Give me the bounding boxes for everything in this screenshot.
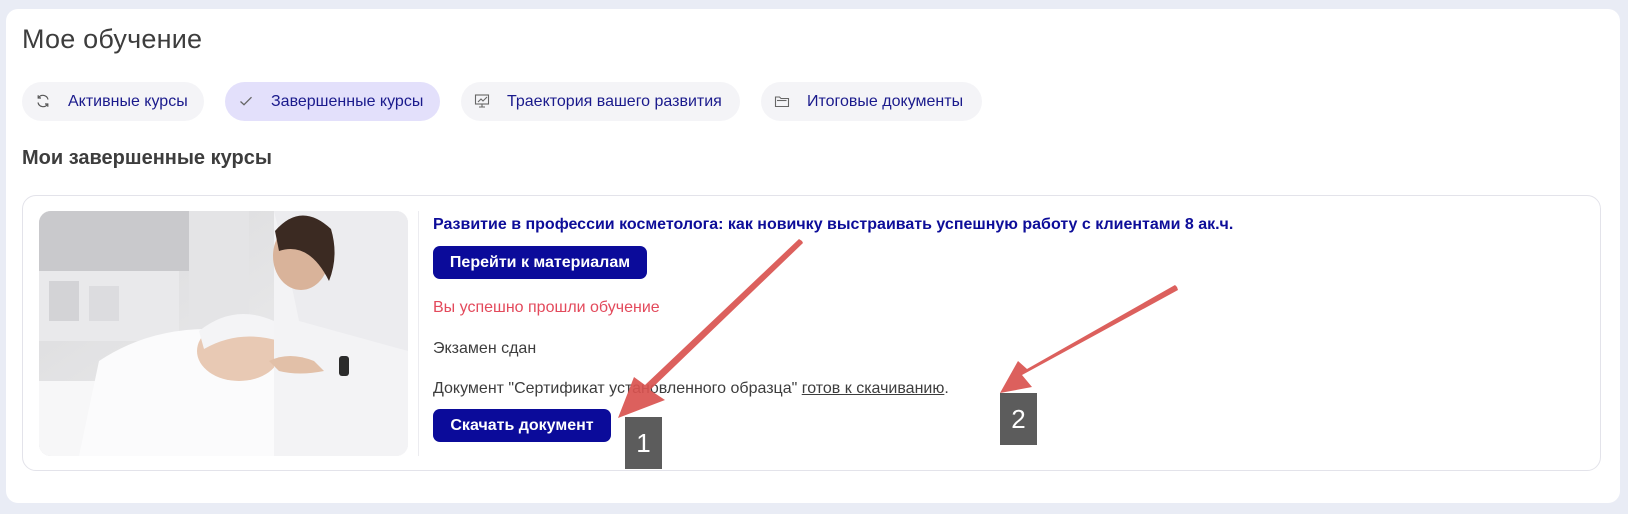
exam-status: Экзамен сдан [433,340,537,357]
check-icon [238,93,254,109]
folder-icon [774,93,790,109]
annotation-badge-1: 1 [625,417,662,469]
page-title: Мое обучение [22,24,203,54]
tab-label: Траектория вашего развития [507,93,722,110]
tab-final-documents[interactable]: Итоговые документы [761,82,982,121]
training-success-status: Вы успешно прошли обучение [433,299,660,316]
document-status-line: Документ "Сертификат установленного обра… [433,380,949,398]
document-ready-link[interactable]: готов к скачиванию [802,380,945,397]
go-to-materials-button[interactable]: Перейти к материалам [433,246,647,279]
tab-development-path[interactable]: Траектория вашего развития [461,82,740,121]
course-title[interactable]: Развитие в профессии косметолога: как но… [433,216,1233,234]
annotation-badge-2: 2 [1000,393,1037,445]
download-document-button[interactable]: Скачать документ [433,409,611,442]
card-divider [418,211,419,456]
section-title: Мои завершенные курсы [22,147,272,169]
document-status-text: Документ "Сертификат установленного обра… [433,380,802,397]
tab-completed-courses[interactable]: Завершенные курсы [225,82,440,121]
course-card: Развитие в профессии косметолога: как но… [22,195,1601,471]
chart-board-icon [474,93,490,109]
refresh-icon [35,93,51,109]
tab-active-courses[interactable]: Активные курсы [22,82,204,121]
course-image[interactable] [39,211,408,456]
tab-label: Активные курсы [68,93,188,110]
document-status-suffix: . [944,380,949,397]
tab-label: Итоговые документы [807,93,964,110]
tab-label: Завершенные курсы [271,93,424,110]
